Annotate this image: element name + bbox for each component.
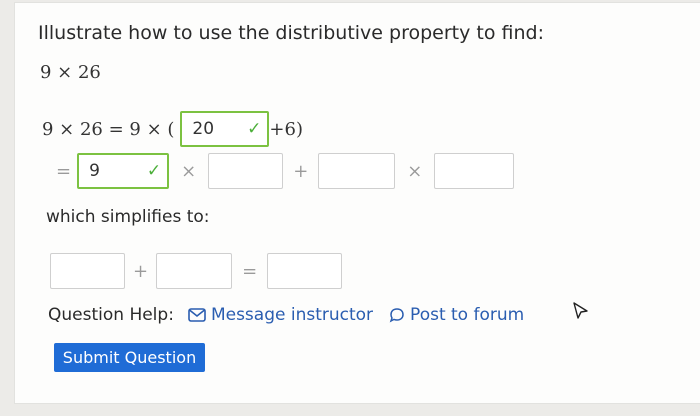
step2-row: = 9 ✓ × + × xyxy=(56,153,515,189)
simplify-field-1[interactable] xyxy=(50,253,125,289)
step1-answer-value: 20 xyxy=(192,119,215,139)
step2-field-1[interactable]: 9 ✓ xyxy=(77,153,170,189)
step2-plus: + xyxy=(293,160,309,182)
simplify-label: which simplifies to: xyxy=(46,207,210,227)
check-icon: ✓ xyxy=(146,161,162,181)
message-instructor-link[interactable]: Message instructor xyxy=(188,305,373,325)
message-instructor-label: Message instructor xyxy=(210,305,374,325)
help-label: Question Help: xyxy=(48,305,174,325)
step2-field-4[interactable] xyxy=(434,153,515,189)
question-help: Question Help: Message instructor Post t… xyxy=(48,305,524,325)
step2-field-3[interactable] xyxy=(318,153,396,189)
step2-field-2[interactable] xyxy=(208,153,284,189)
post-to-forum-link[interactable]: Post to forum xyxy=(389,305,524,325)
simplify-field-2[interactable] xyxy=(156,253,233,289)
question-prompt: Illustrate how to use the distributive p… xyxy=(38,22,544,44)
step1-lhs: 9 × 26 = 9 × ( xyxy=(42,118,175,140)
step2-field-1-value: 9 xyxy=(89,161,100,181)
check-icon: ✓ xyxy=(247,119,262,139)
step2-times-2: × xyxy=(407,160,423,182)
cursor-icon xyxy=(573,302,588,319)
simplify-row: + = xyxy=(50,253,343,289)
comment-icon xyxy=(389,308,404,323)
simplify-plus: + xyxy=(133,260,149,282)
question-expression: 9 × 26 xyxy=(40,62,101,83)
step1-answer-field[interactable]: 20 ✓ xyxy=(180,111,270,147)
post-to-forum-label: Post to forum xyxy=(410,305,525,325)
simplify-field-3[interactable] xyxy=(267,253,343,289)
step1-row: 9 × 26 = 9 × ( 20 ✓ +6) xyxy=(42,111,303,147)
mail-icon xyxy=(188,308,206,322)
simplify-equals: = xyxy=(242,260,258,282)
submit-question-button[interactable]: Submit Question xyxy=(54,343,205,372)
step2-times-1: × xyxy=(181,160,197,182)
step1-after: +6) xyxy=(269,118,303,140)
step2-equals: = xyxy=(56,160,72,182)
